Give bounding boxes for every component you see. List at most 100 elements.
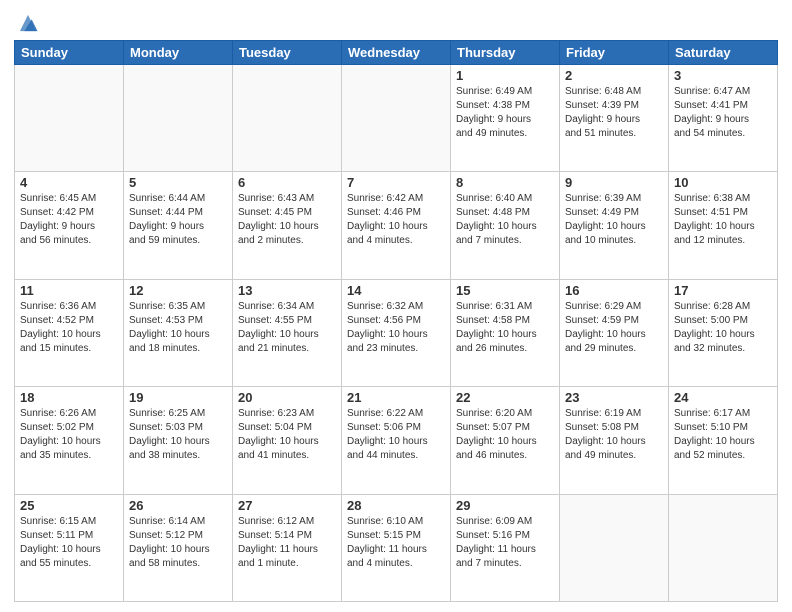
calendar-day-9: 9Sunrise: 6:39 AM Sunset: 4:49 PM Daylig… (560, 172, 669, 279)
calendar-day-26: 26 Sunrise: 6:14 AM Sunset: 5:12 PM Dayli… (124, 494, 233, 601)
day-number: 4 (20, 175, 118, 190)
day-info: Sunrise: 6:42 AM Sunset: 4:46 PM Dayligh… (347, 192, 445, 248)
day-number: 29 (456, 498, 554, 513)
day-info: Sunrise: 6:23 AM Sunset: 5:04 PM Dayligh… (238, 407, 336, 463)
calendar-day-19: 19Sunrise: 6:25 AM Sunset: 5:03 PM Dayli… (124, 387, 233, 494)
calendar-day-14: 14 Sunrise: 6:32 AM Sunset: 4:56 PM Dayli… (342, 279, 451, 386)
day-info: Sunrise: 6:38 AM Sunset: 4:51 PM Dayligh… (674, 192, 772, 248)
day-number: 28 (347, 498, 445, 513)
day-number: 21 (347, 390, 445, 405)
day-info: Sunrise: 6:12 AM Sunset: 5:14 PM Dayligh… (238, 515, 336, 571)
day-number: 7 (347, 175, 445, 190)
day-number: 24 (674, 390, 772, 405)
day-number: 27 (238, 498, 336, 513)
calendar-day-7: 7 Sunrise: 6:42 AM Sunset: 4:46 PM Daylig… (342, 172, 451, 279)
calendar-day-6: 6 Sunrise: 6:43 AM Sunset: 4:45 PM Daylig… (233, 172, 342, 279)
calendar-day-8: 8 Sunrise: 6:40 AM Sunset: 4:48 PM Daylig… (451, 172, 560, 279)
day-number: 25 (20, 498, 118, 513)
day-number: 19 (129, 390, 227, 405)
calendar-header-row: SundayMondayTuesdayWednesdayThursdayFrid… (15, 41, 778, 65)
day-number: 8 (456, 175, 554, 190)
day-info: Sunrise: 6:34 AM Sunset: 4:55 PM Dayligh… (238, 300, 336, 356)
header (14, 10, 778, 34)
day-info: Sunrise: 6:32 AM Sunset: 4:56 PM Dayligh… (347, 300, 445, 356)
day-info: Sunrise: 6:20 AM Sunset: 5:07 PM Dayligh… (456, 407, 554, 463)
calendar-day-23: 23 Sunrise: 6:19 AM Sunset: 5:08 PM Dayli… (560, 387, 669, 494)
calendar-day-13: 13 Sunrise: 6:34 AM Sunset: 4:55 PM Dayli… (233, 279, 342, 386)
col-header-saturday: Saturday (669, 41, 778, 65)
day-info: Sunrise: 6:09 AM Sunset: 5:16 PM Dayligh… (456, 515, 554, 571)
calendar-day-20: 20 Sunrise: 6:23 AM Sunset: 5:04 PM Dayli… (233, 387, 342, 494)
day-number: 12 (129, 283, 227, 298)
day-info: Sunrise: 6:40 AM Sunset: 4:48 PM Dayligh… (456, 192, 554, 248)
logo (14, 14, 39, 34)
calendar-week-row: 18 Sunrise: 6:26 AM Sunset: 5:02 PM Dayli… (15, 387, 778, 494)
calendar-day-16: 16Sunrise: 6:29 AM Sunset: 4:59 PM Dayli… (560, 279, 669, 386)
calendar-day-5: 5 Sunrise: 6:44 AM Sunset: 4:44 PM Daylig… (124, 172, 233, 279)
day-number: 1 (456, 68, 554, 83)
day-info: Sunrise: 6:22 AM Sunset: 5:06 PM Dayligh… (347, 407, 445, 463)
calendar-day-15: 15 Sunrise: 6:31 AM Sunset: 4:58 PM Dayli… (451, 279, 560, 386)
calendar-week-row: 1 Sunrise: 6:49 AM Sunset: 4:38 PM Daylig… (15, 65, 778, 172)
day-number: 2 (565, 68, 663, 83)
col-header-sunday: Sunday (15, 41, 124, 65)
day-info: Sunrise: 6:26 AM Sunset: 5:02 PM Dayligh… (20, 407, 118, 463)
calendar-day-10: 10 Sunrise: 6:38 AM Sunset: 4:51 PM Dayli… (669, 172, 778, 279)
day-number: 5 (129, 175, 227, 190)
day-number: 20 (238, 390, 336, 405)
day-number: 3 (674, 68, 772, 83)
day-info: Sunrise: 6:36 AM Sunset: 4:52 PM Dayligh… (20, 300, 118, 356)
calendar-day-29: 29 Sunrise: 6:09 AM Sunset: 5:16 PM Dayli… (451, 494, 560, 601)
calendar-empty-cell (124, 65, 233, 172)
calendar-day-22: 22 Sunrise: 6:20 AM Sunset: 5:07 PM Dayli… (451, 387, 560, 494)
day-number: 18 (20, 390, 118, 405)
day-number: 14 (347, 283, 445, 298)
calendar-empty-cell (342, 65, 451, 172)
day-number: 23 (565, 390, 663, 405)
calendar-day-28: 28Sunrise: 6:10 AM Sunset: 5:15 PM Dayli… (342, 494, 451, 601)
day-info: Sunrise: 6:31 AM Sunset: 4:58 PM Dayligh… (456, 300, 554, 356)
day-number: 16 (565, 283, 663, 298)
day-number: 22 (456, 390, 554, 405)
logo-icon (17, 12, 39, 34)
day-info: Sunrise: 6:19 AM Sunset: 5:08 PM Dayligh… (565, 407, 663, 463)
calendar-day-12: 12Sunrise: 6:35 AM Sunset: 4:53 PM Dayli… (124, 279, 233, 386)
day-info: Sunrise: 6:45 AM Sunset: 4:42 PM Dayligh… (20, 192, 118, 248)
calendar-empty-cell (15, 65, 124, 172)
day-number: 26 (129, 498, 227, 513)
calendar-day-4: 4 Sunrise: 6:45 AM Sunset: 4:42 PM Daylig… (15, 172, 124, 279)
day-number: 13 (238, 283, 336, 298)
calendar-day-25: 25 Sunrise: 6:15 AM Sunset: 5:11 PM Dayli… (15, 494, 124, 601)
day-number: 15 (456, 283, 554, 298)
col-header-tuesday: Tuesday (233, 41, 342, 65)
day-number: 17 (674, 283, 772, 298)
day-info: Sunrise: 6:47 AM Sunset: 4:41 PM Dayligh… (674, 85, 772, 141)
col-header-friday: Friday (560, 41, 669, 65)
calendar-week-row: 25 Sunrise: 6:15 AM Sunset: 5:11 PM Dayli… (15, 494, 778, 601)
day-number: 9 (565, 175, 663, 190)
calendar-week-row: 4 Sunrise: 6:45 AM Sunset: 4:42 PM Daylig… (15, 172, 778, 279)
day-info: Sunrise: 6:49 AM Sunset: 4:38 PM Dayligh… (456, 85, 554, 141)
day-info: Sunrise: 6:28 AM Sunset: 5:00 PM Dayligh… (674, 300, 772, 356)
day-info: Sunrise: 6:48 AM Sunset: 4:39 PM Dayligh… (565, 85, 663, 141)
day-info: Sunrise: 6:14 AM Sunset: 5:12 PM Dayligh… (129, 515, 227, 571)
calendar-day-21: 21 Sunrise: 6:22 AM Sunset: 5:06 PM Dayli… (342, 387, 451, 494)
day-number: 6 (238, 175, 336, 190)
day-number: 11 (20, 283, 118, 298)
calendar-day-18: 18 Sunrise: 6:26 AM Sunset: 5:02 PM Dayli… (15, 387, 124, 494)
calendar-week-row: 11 Sunrise: 6:36 AM Sunset: 4:52 PM Dayli… (15, 279, 778, 386)
col-header-thursday: Thursday (451, 41, 560, 65)
calendar-day-1: 1 Sunrise: 6:49 AM Sunset: 4:38 PM Daylig… (451, 65, 560, 172)
calendar-day-3: 3 Sunrise: 6:47 AM Sunset: 4:41 PM Daylig… (669, 65, 778, 172)
calendar-empty-cell (560, 494, 669, 601)
col-header-monday: Monday (124, 41, 233, 65)
calendar-empty-cell (233, 65, 342, 172)
day-info: Sunrise: 6:15 AM Sunset: 5:11 PM Dayligh… (20, 515, 118, 571)
calendar-day-24: 24Sunrise: 6:17 AM Sunset: 5:10 PM Dayli… (669, 387, 778, 494)
calendar-day-11: 11 Sunrise: 6:36 AM Sunset: 4:52 PM Dayli… (15, 279, 124, 386)
calendar-day-17: 17 Sunrise: 6:28 AM Sunset: 5:00 PM Dayli… (669, 279, 778, 386)
day-number: 10 (674, 175, 772, 190)
day-info: Sunrise: 6:44 AM Sunset: 4:44 PM Dayligh… (129, 192, 227, 248)
calendar-empty-cell (669, 494, 778, 601)
day-info: Sunrise: 6:43 AM Sunset: 4:45 PM Dayligh… (238, 192, 336, 248)
